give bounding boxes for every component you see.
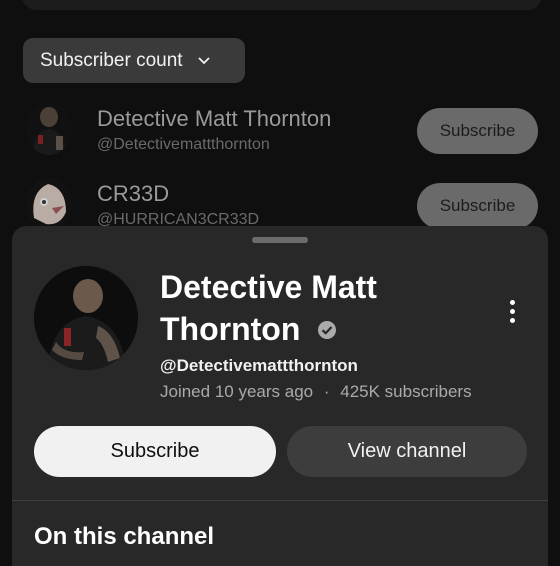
- divider: [12, 500, 548, 501]
- verified-check-icon: [317, 308, 337, 350]
- section-title: On this channel: [34, 523, 215, 550]
- meta-separator: ·: [323, 382, 330, 401]
- avatar: [26, 178, 72, 230]
- list-item[interactable]: Detective Matt Thornton @Detectivemattth…: [0, 103, 560, 163]
- previous-card: [22, 0, 542, 10]
- channel-handle: @Detectivemattthornton: [160, 356, 358, 375]
- channel-meta: Joined 10 years ago · 425K subscribers: [160, 382, 472, 402]
- subscribe-button[interactable]: Subscribe: [417, 183, 538, 229]
- channel-bottom-sheet: Detective Matt Thornton @Detectivemattth…: [12, 226, 548, 566]
- filter-label: Subscriber count: [40, 49, 183, 71]
- view-channel-button[interactable]: View channel: [287, 426, 527, 477]
- avatar: [26, 103, 72, 155]
- channel-name: Detective Matt Thornton: [160, 269, 377, 347]
- subscriber-count: 425K subscribers: [340, 382, 472, 401]
- result-name: Detective Matt Thornton: [97, 106, 332, 131]
- drag-handle[interactable]: [252, 237, 308, 243]
- result-name: CR33D: [97, 181, 170, 206]
- chevron-down-icon: [197, 56, 211, 66]
- result-handle: @Detectivemattthornton: [97, 136, 270, 153]
- more-vert-icon[interactable]: [502, 294, 522, 328]
- subscribe-button[interactable]: Subscribe: [34, 426, 276, 477]
- subscribe-button[interactable]: Subscribe: [417, 108, 538, 154]
- subscriber-count-filter[interactable]: Subscriber count: [23, 38, 245, 83]
- joined-date: Joined 10 years ago: [160, 382, 314, 401]
- channel-title: Detective Matt Thornton: [160, 266, 480, 353]
- channel-avatar: [34, 266, 138, 370]
